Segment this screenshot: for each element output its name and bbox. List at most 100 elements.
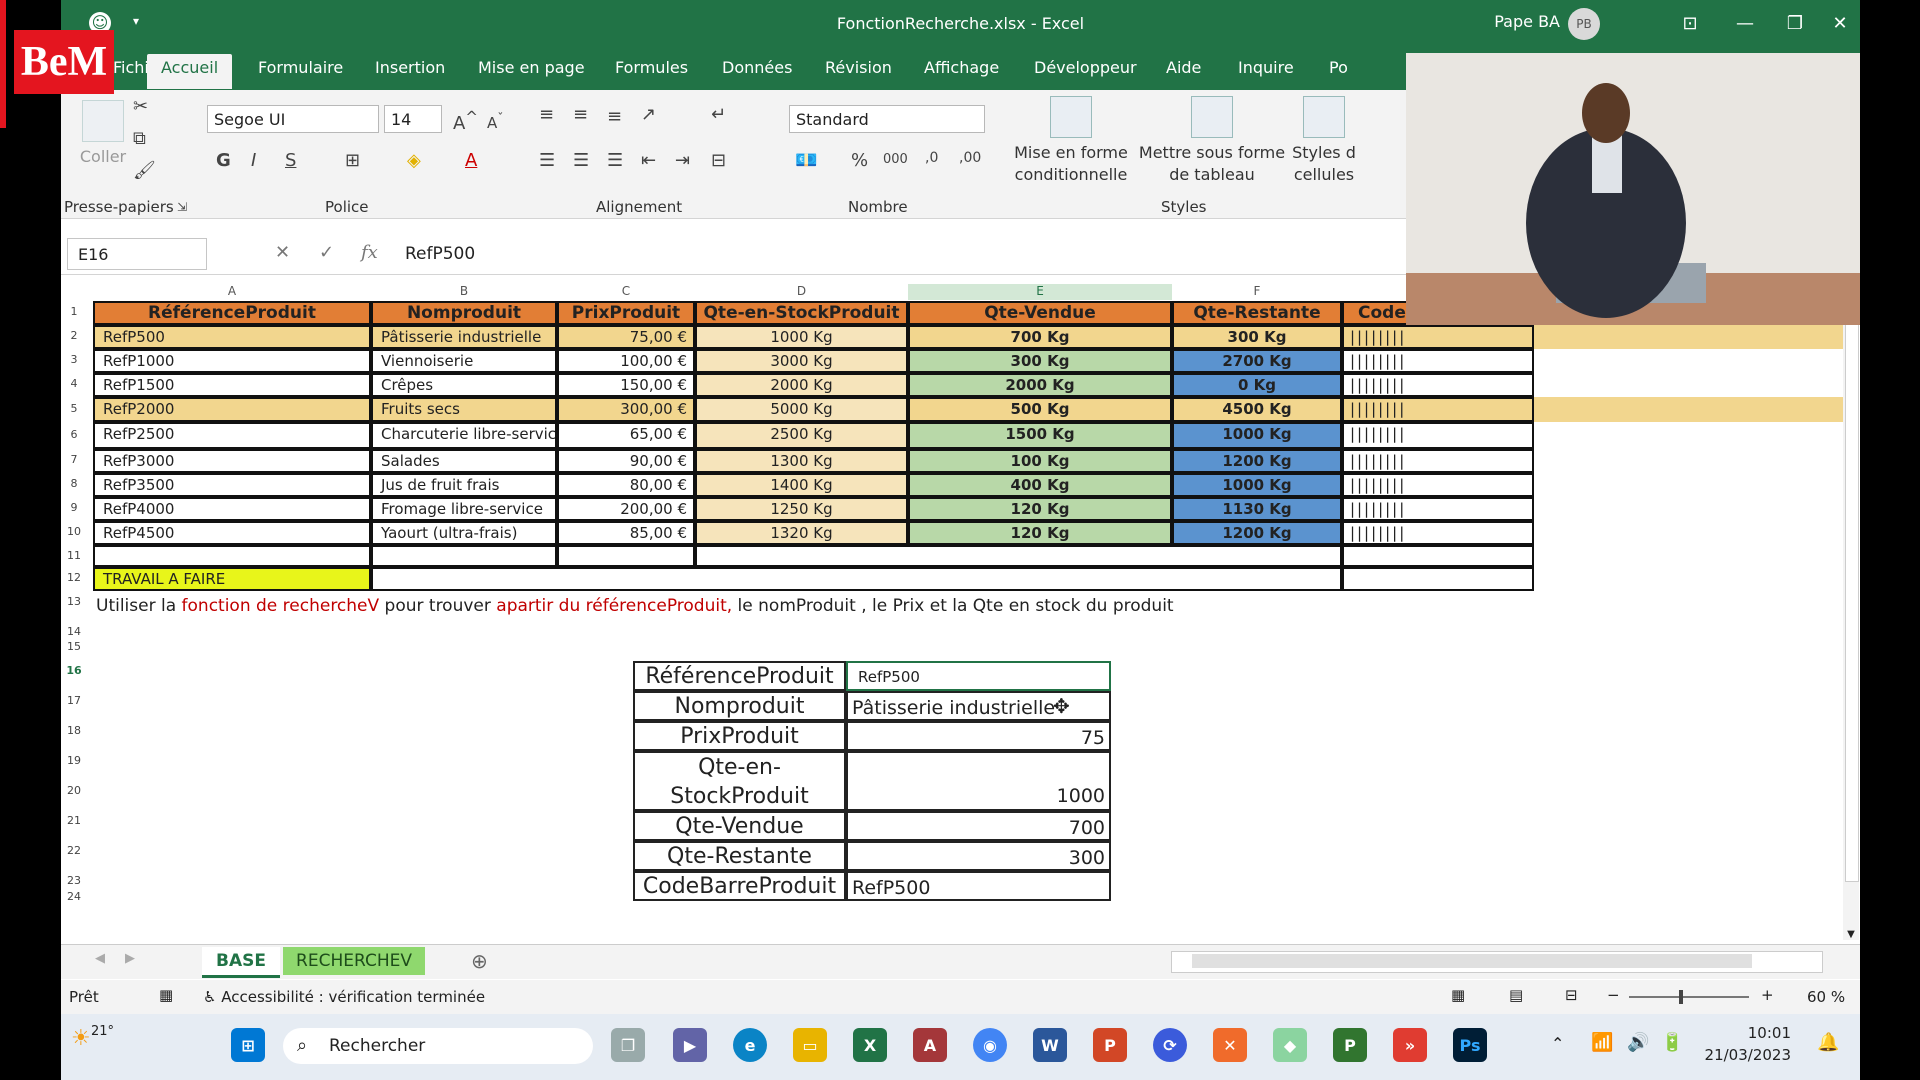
header-prix[interactable]: PrixProduit: [557, 301, 695, 325]
shrink-font-icon[interactable]: Aˇ: [487, 110, 504, 132]
cell-nom[interactable]: Salades: [371, 449, 557, 473]
onenote-icon[interactable]: ◆: [1273, 1028, 1307, 1062]
row-header[interactable]: 11: [61, 549, 87, 562]
cell-nom[interactable]: Yaourt (ultra-frais): [371, 521, 557, 545]
user-avatar[interactable]: PB: [1568, 8, 1600, 40]
header-stock[interactable]: Qte-en-StockProduit: [695, 301, 908, 325]
cell-code[interactable]: ||||||||: [1342, 325, 1534, 349]
cell-restante[interactable]: 1000 Kg: [1172, 473, 1342, 497]
cell-ref[interactable]: RefP2000: [93, 397, 371, 422]
cell-a11[interactable]: [93, 545, 371, 567]
tab-developpeur[interactable]: Développeur: [1034, 58, 1137, 77]
grow-font-icon[interactable]: A^: [453, 108, 478, 134]
tab-revision[interactable]: Révision: [825, 58, 892, 77]
zoom-level[interactable]: 60 %: [1807, 988, 1845, 1006]
cell-vendue[interactable]: 120 Kg: [908, 521, 1172, 545]
formula-input[interactable]: RefP500: [405, 244, 475, 264]
row-header[interactable]: 24: [61, 890, 87, 903]
cell-vendue[interactable]: 2000 Kg: [908, 373, 1172, 397]
row-header[interactable]: 14: [61, 625, 87, 638]
cell-prix[interactable]: 65,00 €: [557, 422, 695, 449]
cell-stock[interactable]: 2000 Kg: [695, 373, 908, 397]
cell-stock[interactable]: 1300 Kg: [695, 449, 908, 473]
tab-formules[interactable]: Formules: [615, 58, 688, 77]
row-header[interactable]: 12: [61, 571, 87, 584]
cell-restante[interactable]: 1200 Kg: [1172, 449, 1342, 473]
cell-prix[interactable]: 200,00 €: [557, 497, 695, 521]
photoshop-icon[interactable]: Ps: [1453, 1028, 1487, 1062]
row-header[interactable]: 5: [61, 402, 87, 415]
row-header[interactable]: 19: [61, 754, 87, 767]
cell-g12[interactable]: [1342, 567, 1534, 591]
macro-record-icon[interactable]: ▦: [159, 986, 173, 1004]
cell-prix[interactable]: 85,00 €: [557, 521, 695, 545]
lookup-label-code[interactable]: CodeBarreProduit: [633, 871, 846, 901]
cell-code[interactable]: ||||||||: [1342, 373, 1534, 397]
wrap-text-icon[interactable]: ↵: [711, 104, 726, 125]
row-header[interactable]: 7: [61, 453, 87, 466]
cell-code[interactable]: ||||||||: [1342, 521, 1534, 545]
horizontal-scroll-thumb[interactable]: [1192, 954, 1752, 968]
conditional-formatting-button[interactable]: Mise en forme conditionnelle: [1011, 96, 1131, 186]
cell-ref[interactable]: RefP2500: [93, 422, 371, 449]
add-sheet-icon[interactable]: ⊕: [471, 949, 488, 973]
cell-restante[interactable]: 1200 Kg: [1172, 521, 1342, 545]
cell-code[interactable]: ||||||||: [1342, 422, 1534, 449]
format-as-table-button[interactable]: Mettre sous forme de tableau: [1137, 96, 1287, 186]
cell-ref[interactable]: RefP4000: [93, 497, 371, 521]
cell-ref[interactable]: RefP1000: [93, 349, 371, 373]
task-view-icon[interactable]: ❐: [611, 1028, 645, 1062]
cell-restante[interactable]: 1000 Kg: [1172, 422, 1342, 449]
sheet-next-icon[interactable]: ▶: [125, 951, 135, 966]
cell-nom[interactable]: Pâtisserie industrielle: [371, 325, 557, 349]
lookup-label-prix[interactable]: PrixProduit: [633, 721, 846, 751]
accounting-format-icon[interactable]: 💶: [795, 150, 817, 171]
cell-b12[interactable]: [371, 567, 1342, 591]
sheet-prev-icon[interactable]: ◀: [95, 951, 105, 966]
teams-icon[interactable]: ▶: [673, 1028, 707, 1062]
page-break-icon[interactable]: ⊟: [1565, 986, 1578, 1004]
minimize-icon[interactable]: —: [1725, 8, 1765, 38]
cell-code[interactable]: ||||||||: [1342, 473, 1534, 497]
battery-icon[interactable]: 🔋: [1661, 1032, 1683, 1053]
row-header[interactable]: 1: [61, 305, 87, 318]
cell-restante[interactable]: 0 Kg: [1172, 373, 1342, 397]
tab-formulaire[interactable]: Formulaire: [258, 58, 343, 77]
cut-icon[interactable]: ✂: [133, 96, 148, 117]
row-header[interactable]: 3: [61, 353, 87, 366]
insert-function-button[interactable]: fx: [361, 242, 378, 263]
cell-vendue[interactable]: 300 Kg: [908, 349, 1172, 373]
cell-vendue[interactable]: 700 Kg: [908, 325, 1172, 349]
lookup-value-prix[interactable]: 75: [846, 721, 1111, 751]
cancel-icon[interactable]: ✕: [275, 242, 290, 263]
cell-code[interactable]: ||||||||: [1342, 397, 1534, 422]
cell-stock[interactable]: 1320 Kg: [695, 521, 908, 545]
font-size-select[interactable]: 14: [384, 105, 442, 133]
tab-aide[interactable]: Aide: [1166, 58, 1201, 77]
row-header[interactable]: 13: [61, 595, 87, 608]
header-vendue[interactable]: Qte-Vendue: [908, 301, 1172, 325]
column-header-e[interactable]: E: [908, 284, 1172, 300]
italic-button[interactable]: I: [251, 150, 256, 171]
file-explorer-icon[interactable]: ▭: [793, 1028, 827, 1062]
cell-b11[interactable]: [371, 545, 557, 567]
cell-stock[interactable]: 2500 Kg: [695, 422, 908, 449]
close-icon[interactable]: ✕: [1820, 8, 1860, 38]
cell-g11[interactable]: [1342, 545, 1534, 567]
tab-inquire[interactable]: Inquire: [1238, 58, 1294, 77]
cell-vendue[interactable]: 120 Kg: [908, 497, 1172, 521]
word-icon[interactable]: W: [1033, 1028, 1067, 1062]
decrease-indent-icon[interactable]: ⇤: [641, 150, 656, 171]
anydesk-icon[interactable]: »: [1393, 1028, 1427, 1062]
column-header-b[interactable]: B: [371, 284, 557, 300]
page-layout-icon[interactable]: ▤: [1509, 986, 1523, 1004]
cell-restante[interactable]: 2700 Kg: [1172, 349, 1342, 373]
align-center-icon[interactable]: ☰: [573, 150, 589, 171]
excel-icon[interactable]: X: [853, 1028, 887, 1062]
copy-icon[interactable]: ⧉: [133, 128, 146, 149]
access-icon[interactable]: A: [913, 1028, 947, 1062]
app-icon[interactable]: ⟳: [1153, 1028, 1187, 1062]
sheet-tab-base[interactable]: BASE: [202, 947, 280, 978]
name-box[interactable]: E16: [67, 238, 207, 270]
row-header[interactable]: 16: [61, 664, 87, 677]
